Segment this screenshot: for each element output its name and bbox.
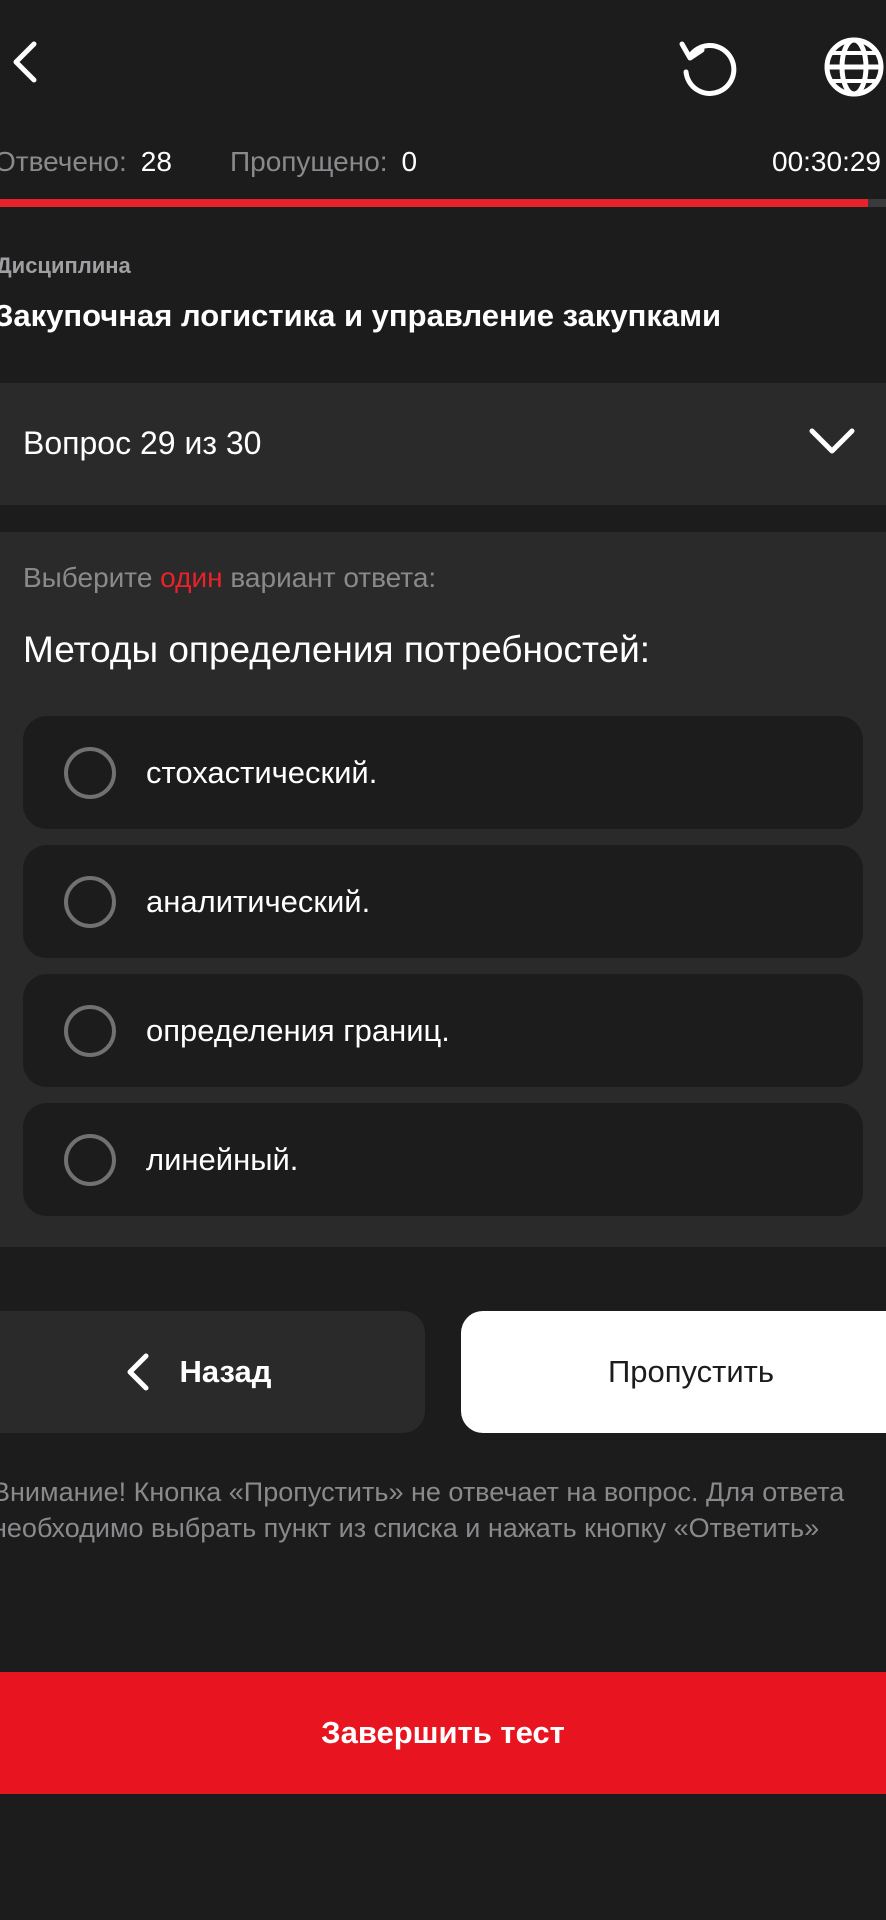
answer-option-4[interactable]: линейный. [23, 1103, 863, 1216]
chevron-down-icon [808, 427, 856, 457]
question-text: Методы определения потребностей: [23, 629, 651, 670]
skip-notice: Внимание! Кнопка «Пропустить» не отвечае… [0, 1477, 845, 1543]
skip-button-label: Пропустить [607, 1354, 775, 1389]
option-label: определения границ. [146, 1012, 450, 1048]
radio-icon[interactable] [64, 875, 116, 928]
back-icon[interactable] [8, 40, 42, 84]
answered-stat: Отвечено: 28 [0, 146, 172, 178]
progress-track [0, 199, 886, 207]
radio-icon[interactable] [64, 1004, 116, 1057]
skipped-stat: Пропущено: 0 [230, 146, 417, 178]
answer-option-1[interactable]: стохастический. [23, 716, 863, 829]
question-number: Вопрос 29 из 30 [23, 425, 262, 461]
radio-icon[interactable] [64, 1133, 116, 1186]
timer: 00:30:29 [772, 146, 881, 177]
progress-fill [0, 199, 869, 207]
answer-option-2[interactable]: аналитический. [23, 845, 863, 958]
answered-label: Отвечено: [0, 146, 127, 177]
skip-button[interactable]: Пропустить [461, 1311, 886, 1433]
answer-instruction: Выберите один вариант ответа: [23, 562, 436, 594]
back-button[interactable]: Назад [0, 1311, 425, 1433]
option-label: аналитический. [146, 883, 371, 919]
option-label: стохастический. [146, 754, 378, 790]
refresh-icon[interactable] [676, 36, 740, 100]
radio-icon[interactable] [64, 746, 116, 799]
back-button-label: Назад [179, 1354, 272, 1389]
answered-value: 28 [140, 146, 172, 177]
instruction-highlight: один [160, 562, 223, 593]
discipline-label: Дисциплина [0, 253, 131, 278]
option-label: линейный. [146, 1141, 299, 1177]
globe-icon[interactable] [822, 35, 886, 99]
instruction-suffix: вариант ответа: [230, 562, 437, 593]
discipline-name: Закупочная логистика и управление закупк… [0, 298, 722, 333]
question-selector[interactable]: Вопрос 29 из 30 [0, 383, 886, 505]
skipped-label: Пропущено: [230, 146, 388, 177]
instruction-prefix: Выберите [23, 562, 153, 593]
chevron-left-icon [124, 1352, 150, 1392]
answer-option-3[interactable]: определения границ. [23, 974, 863, 1087]
finish-test-button[interactable]: Завершить тест [0, 1672, 886, 1794]
finish-test-label: Завершить тест [321, 1715, 565, 1750]
skipped-value: 0 [401, 146, 418, 177]
